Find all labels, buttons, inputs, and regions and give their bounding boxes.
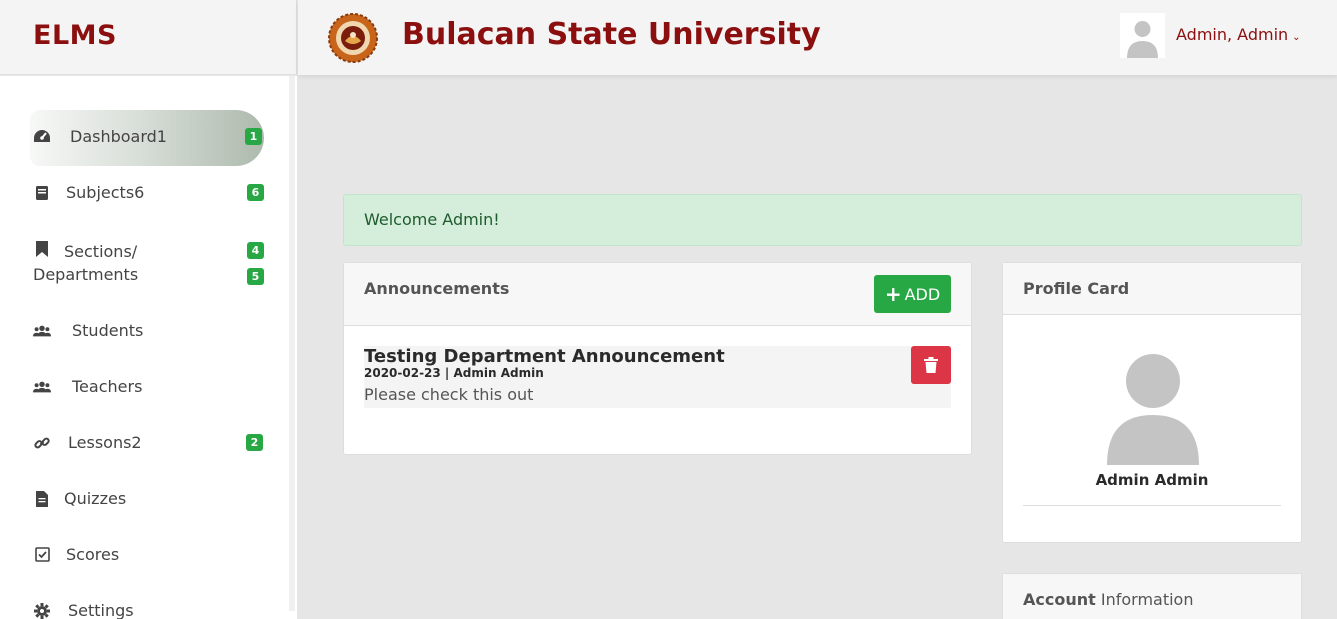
account-info-header: Account Information: [1003, 574, 1301, 619]
account-info-card: Account Information: [1002, 573, 1302, 619]
brand-name[interactable]: ELMS: [33, 20, 117, 51]
university-logo-icon: [328, 13, 378, 63]
sidebar-item-label: Lessons2: [68, 433, 142, 452]
dashboard-icon: [33, 128, 51, 146]
university-title: Bulacan State University: [402, 17, 821, 52]
add-announcement-button[interactable]: + ADD: [874, 275, 951, 313]
profile-card: Profile Card Admin Admin: [1002, 262, 1302, 543]
count-badge: 1: [245, 128, 262, 145]
welcome-alert: Welcome Admin!: [343, 194, 1302, 246]
users-icon: [33, 378, 51, 396]
sidebar-item-label: Teachers: [72, 377, 143, 396]
sidebar-item-label: Subjects6: [66, 183, 145, 202]
sidebar-item-subjects[interactable]: Subjects6 6: [33, 183, 265, 202]
bookmark-icon: [33, 240, 51, 258]
account-info-title-rest: Information: [1095, 590, 1194, 609]
announcements-title: Announcements: [364, 279, 510, 298]
chevron-down-icon: ⌄: [1292, 32, 1301, 43]
welcome-alert-text: Welcome Admin!: [364, 210, 500, 229]
user-avatar-icon: [1127, 21, 1158, 58]
count-badge: 2: [246, 434, 263, 451]
account-info-title-bold: Account: [1023, 590, 1096, 609]
top-bar: Bulacan State University Admin, Admin ⌄: [298, 0, 1337, 75]
sidebar-item-label: Students: [72, 321, 144, 340]
sidebar-item-label: Dashboard1: [70, 127, 167, 146]
link-icon: [33, 434, 51, 452]
count-badge: 6: [247, 184, 264, 201]
sidebar-item-label: Sections/: [64, 242, 138, 261]
user-name-label: Admin, Admin: [1176, 25, 1289, 44]
sidebar-item-dashboard[interactable]: Dashboard1 1: [33, 127, 265, 146]
gear-icon: [33, 602, 51, 619]
brand-area: ELMS: [0, 0, 297, 75]
sidebar-item-label: Quizzes: [64, 489, 127, 508]
sidebar-item-label-line2: Departments: [33, 265, 139, 284]
delete-announcement-button[interactable]: [911, 346, 951, 384]
add-button-label: ADD: [904, 284, 941, 304]
announcement-title: Testing Department Announcement: [364, 346, 725, 367]
count-badge: 4: [247, 242, 264, 259]
users-icon: [33, 322, 51, 340]
profile-card-title: Profile Card: [1023, 279, 1130, 298]
announcements-card-header: Announcements + ADD: [344, 263, 971, 326]
announcements-card: Announcements + ADD Testing Department A…: [343, 262, 972, 455]
sidebar-scrollbar[interactable]: [289, 76, 295, 611]
sidebar-item-label: Scores: [66, 545, 120, 564]
book-icon: [33, 184, 51, 202]
sidebar-item-sections[interactable]: Sections/ Departments 4 5: [33, 239, 265, 289]
sidebar-item-teachers[interactable]: Teachers: [33, 377, 265, 396]
count-badge: 5: [247, 268, 264, 285]
trash-icon: [924, 357, 938, 373]
sidebar-item-scores[interactable]: Scores: [33, 545, 265, 564]
sidebar-item-lessons[interactable]: Lessons2 2: [33, 433, 265, 452]
profile-avatar-icon: [1107, 354, 1199, 465]
user-avatar[interactable]: [1120, 13, 1165, 58]
sidebar-item-settings[interactable]: Settings: [33, 601, 265, 619]
announcement-meta: 2020-02-23 | Admin Admin: [364, 366, 544, 380]
sidebar-item-students[interactable]: Students: [33, 321, 265, 340]
profile-name: Admin Admin: [1095, 471, 1209, 489]
file-icon: [33, 490, 51, 508]
sidebar-item-label: Settings: [68, 601, 134, 619]
plus-icon: +: [884, 282, 902, 306]
profile-divider: [1023, 505, 1281, 506]
profile-card-header: Profile Card: [1003, 263, 1301, 315]
sidebar-item-quizzes[interactable]: Quizzes: [33, 489, 265, 508]
user-menu[interactable]: Admin, Admin ⌄: [1176, 25, 1301, 44]
check-square-icon: [33, 546, 51, 564]
announcement-body: Please check this out: [364, 385, 534, 404]
announcement-item: Testing Department Announcement 2020-02-…: [364, 346, 951, 408]
